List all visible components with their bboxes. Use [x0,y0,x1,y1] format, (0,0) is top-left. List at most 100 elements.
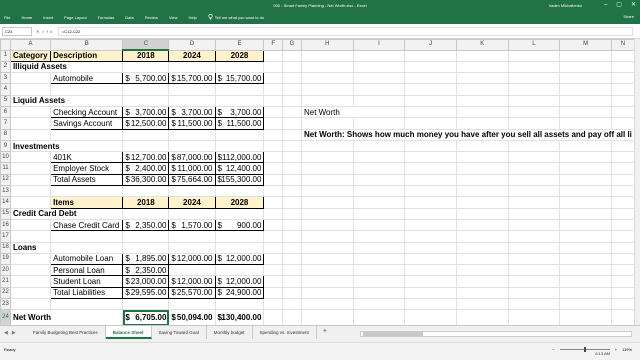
cell-a1[interactable]: Category [9,49,52,62]
row-header[interactable]: 15 [0,207,11,220]
tab-page-layout[interactable]: Page Layout [64,15,86,20]
cell[interactable] [507,94,561,107]
cell[interactable] [610,60,636,74]
cell-e14[interactable]: 2028 [214,196,265,209]
close-icon[interactable]: ✕ [631,1,636,9]
cell[interactable] [404,241,457,254]
cell-c6[interactable]: $3,700.00 [122,105,170,119]
cell[interactable] [9,196,52,209]
cell-b10[interactable]: 401K [50,151,124,164]
cell[interactable] [352,196,406,209]
cell-c10[interactable]: $12,700.00 [122,151,170,164]
cell[interactable] [122,83,170,96]
cell[interactable] [507,173,561,187]
cell[interactable] [404,60,457,74]
cell[interactable] [214,264,265,277]
cell[interactable] [507,207,561,220]
cell[interactable] [559,105,612,119]
cell[interactable] [168,94,216,107]
cell[interactable] [168,128,216,141]
cell[interactable] [281,241,302,254]
cell-e1[interactable]: 2028 [214,49,265,62]
tab-home[interactable]: Home [21,15,32,20]
cell[interactable] [610,94,636,107]
cell[interactable] [507,185,561,198]
maximize-icon[interactable]: ▢ [616,1,622,9]
cell[interactable] [559,207,612,220]
cell[interactable] [9,72,52,85]
cell[interactable] [281,218,302,232]
cell[interactable] [281,72,302,85]
cell[interactable] [455,264,509,277]
cell[interactable] [281,264,302,277]
cell[interactable] [559,196,612,209]
cell[interactable] [214,94,265,107]
cell-c19[interactable]: $1,895.00 [122,252,170,266]
cell-e24[interactable]: $130,400.00 [214,309,265,325]
cell[interactable] [507,298,561,311]
cell[interactable] [507,275,561,288]
cell[interactable] [214,60,265,74]
cell[interactable] [50,185,124,198]
cell-c24[interactable]: $6,705.00 [122,309,170,325]
cell[interactable] [214,128,265,141]
zoom-out-icon[interactable]: − [552,347,554,352]
cell-a2[interactable]: Illiquid Assets [9,60,124,74]
cell[interactable] [281,286,302,300]
cell[interactable] [352,162,406,175]
cell-c12[interactable]: $36,300.00 [122,173,170,187]
cell[interactable] [507,151,561,164]
cell[interactable] [263,173,283,187]
row-header[interactable]: 16 [0,218,11,232]
column-header-e[interactable]: E [214,39,265,51]
cell-b22[interactable]: Total Liabilities [50,286,124,300]
cell[interactable] [455,275,509,288]
cell-c1[interactable]: 2018 [122,49,170,62]
select-all-corner[interactable] [0,39,11,51]
column-header-d[interactable]: D [168,39,216,51]
cell[interactable] [9,264,52,277]
column-header-a[interactable]: A [9,39,52,51]
cell[interactable] [9,252,52,266]
tell-me-box[interactable]: Tell me what you want to do [208,14,264,20]
cell[interactable] [455,117,509,130]
cell[interactable] [507,162,561,175]
cell[interactable] [559,230,612,243]
cell[interactable] [455,230,509,243]
cell[interactable] [610,196,636,209]
cell[interactable] [352,60,406,74]
cell-b20[interactable]: Personal Loan [50,264,124,277]
cell[interactable] [559,286,612,300]
row-header[interactable]: 17 [0,230,11,243]
row-header[interactable]: 3 [0,72,11,85]
sheet-tab-balance-sheet[interactable]: Balance Sheet [105,326,152,339]
cell-b14[interactable]: Items [50,196,124,209]
cell[interactable] [455,105,509,119]
cell[interactable] [263,105,283,119]
sheet-tab-monthly-budget[interactable]: Monthly budget [207,326,253,339]
cell[interactable] [300,60,354,74]
cell[interactable] [404,151,457,164]
cell[interactable] [404,252,457,266]
user-name[interactable]: Vadim Mikhailenko [549,3,582,8]
cell[interactable] [507,196,561,209]
cell[interactable] [300,185,354,198]
cell-b6[interactable]: Checking Account [50,105,124,119]
cell[interactable] [300,218,354,232]
cell[interactable] [263,207,283,220]
cell[interactable] [300,49,354,62]
chevron-left-icon[interactable]: ◀ [4,330,12,336]
cell[interactable] [404,139,457,153]
row-header[interactable]: 11 [0,162,11,175]
cell[interactable] [559,173,612,187]
cell[interactable] [559,117,612,130]
cell-c20[interactable]: $2,350.00 [122,264,170,277]
cell-d10[interactable]: $87,000.00 [168,151,216,164]
cell[interactable] [352,94,406,107]
cell[interactable] [122,128,170,141]
cell[interactable] [281,298,302,311]
cell[interactable] [263,117,283,130]
cell[interactable] [168,230,216,243]
cell[interactable] [455,60,509,74]
cell[interactable] [281,117,302,130]
